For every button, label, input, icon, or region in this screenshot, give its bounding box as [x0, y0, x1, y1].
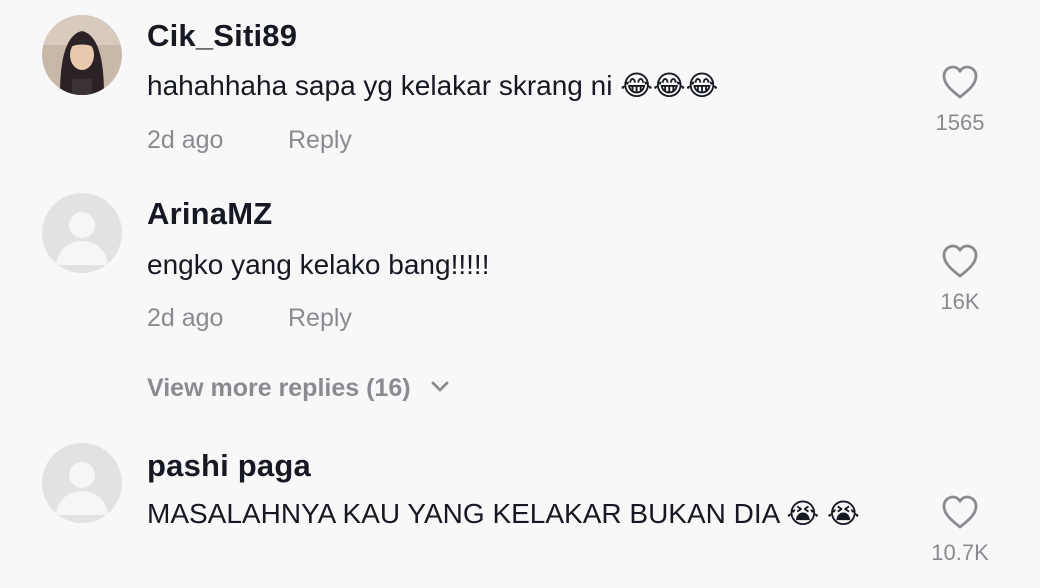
avatar[interactable] [42, 193, 122, 273]
comment-text: engko yang kelako bang!!!!! [147, 243, 917, 287]
comment-text-content: engko yang kelako bang!!!!! [147, 249, 490, 280]
comment-username[interactable]: ArinaMZ [147, 196, 272, 232]
view-more-replies-label: View more replies (16) [147, 374, 411, 402]
default-avatar-icon [42, 193, 122, 273]
comment-text-content: hahahhaha sapa yg kelakar skrang ni 😂😂😂 [147, 70, 719, 101]
like-control: 16K [920, 243, 1000, 315]
comments-panel: Cik_Siti89 hahahhaha sapa yg kelakar skr… [0, 0, 1040, 588]
comment-timestamp: 2d ago [147, 304, 224, 332]
comment-meta: 2d ago Reply [147, 304, 352, 333]
chevron-down-icon [431, 381, 448, 392]
avatar[interactable] [42, 443, 122, 523]
comment-timestamp: 2d ago [147, 126, 224, 154]
like-control: 1565 [920, 64, 1000, 136]
comment-text-content: MASALAHNYA KAU YANG KELAKAR BUKAN DIA 😭 … [147, 498, 860, 529]
like-control: 10.7K [920, 494, 1000, 566]
heart-icon[interactable] [941, 64, 979, 100]
comment-text: MASALAHNYA KAU YANG KELAKAR BUKAN DIA 😭 … [147, 492, 887, 536]
comment-username[interactable]: Cik_Siti89 [147, 18, 297, 54]
default-avatar-icon [42, 443, 122, 523]
like-count: 1565 [935, 110, 985, 135]
comment-text: hahahhaha sapa yg kelakar skrang ni 😂😂😂 [147, 64, 917, 108]
reply-button[interactable]: Reply [288, 126, 352, 155]
photo-avatar-image [42, 15, 122, 95]
avatar[interactable] [42, 15, 122, 95]
comment-username[interactable]: pashi paga [147, 448, 311, 484]
comment-meta: 2d ago Reply [147, 126, 352, 155]
like-count: 16K [940, 289, 980, 314]
reply-button[interactable]: Reply [288, 304, 352, 333]
heart-icon[interactable] [941, 243, 979, 279]
like-count: 10.7K [931, 540, 989, 565]
heart-icon[interactable] [941, 494, 979, 530]
view-more-replies-button[interactable]: View more replies (16) [147, 374, 450, 403]
